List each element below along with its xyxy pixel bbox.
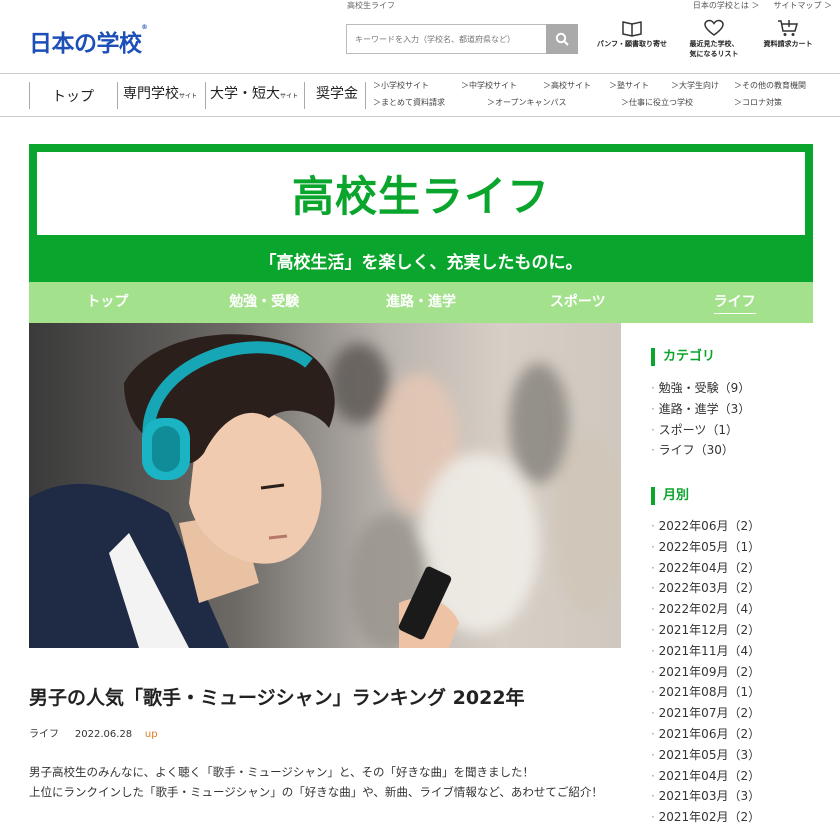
cart-icon	[778, 20, 798, 36]
photo-illustration	[29, 334, 621, 648]
nav-divider	[205, 82, 206, 109]
tab-label: スポーツ	[549, 294, 606, 310]
heart-icon	[704, 19, 724, 36]
month-item[interactable]: 2021年12月（2）	[651, 620, 760, 641]
nav-bulk-request[interactable]: ＞まとめて資料請求	[373, 97, 445, 108]
banner-subtitle: 「高校生活」を楽しく、充実したものに。	[259, 253, 583, 273]
banner-title[interactable]: 高校生ライフ	[292, 163, 550, 224]
month-item[interactable]: 2021年09月（2）	[651, 662, 760, 683]
tab-career[interactable]: 進路・進学	[343, 282, 500, 323]
article-body: 男子高校生のみんなに、よく聴く「歌手・ミュージシャン」と、その「好きな曲」を聞き…	[29, 762, 619, 802]
article-date: 2022.06.28	[74, 729, 133, 740]
category-list: 勉強・受験（9） 進路・進学（3） スポーツ（1） ライフ（30）	[651, 378, 751, 461]
favorites-label: 気になるリスト	[689, 50, 739, 58]
tab-top[interactable]: トップ	[29, 282, 186, 323]
nav-other-institutions[interactable]: ＞その他の教育機関	[734, 80, 806, 91]
nav-divider	[29, 82, 30, 109]
category-heading: カテゴリ	[651, 348, 715, 366]
book-icon	[622, 21, 642, 37]
nav-scholarship[interactable]: 奨学金	[316, 83, 358, 103]
nav-covid[interactable]: ＞コロナ対策	[734, 97, 782, 108]
month-item[interactable]: 2021年08月（1）	[651, 682, 760, 703]
nav-scholarship-label: 奨学金	[316, 86, 358, 102]
update-badge: up	[144, 729, 158, 740]
category-item[interactable]: ライフ（30）	[651, 440, 750, 461]
month-item[interactable]: 2021年06月（2）	[651, 724, 760, 745]
nav-junior-high[interactable]: ＞中学校サイト	[461, 80, 517, 91]
month-item[interactable]: 2021年05月（3）	[651, 745, 760, 766]
site-logo[interactable]: 日本の学校®	[29, 24, 147, 58]
logo-text: 日本の学校	[29, 31, 142, 57]
pamphlet-label: パンフ・願書取り寄せ	[596, 40, 668, 48]
category-item[interactable]: 進路・進学（3）	[651, 399, 751, 420]
tab-label: 進路・進学	[385, 294, 456, 310]
month-item[interactable]: 2021年11月（4）	[651, 641, 760, 662]
category-item[interactable]: スポーツ（1）	[651, 420, 750, 441]
hero-banner: 高校生ライフ 「高校生活」を楽しく、充実したものに。	[29, 144, 813, 282]
nav-vocational[interactable]: 専門学校サイト	[123, 83, 197, 103]
nav-high-school[interactable]: ＞高校サイト	[543, 80, 591, 91]
tab-life[interactable]: ライフ	[656, 282, 813, 323]
article-title: 男子の人気「歌手・ミュージシャン」ランキング 2022年	[29, 687, 525, 709]
tab-study[interactable]: 勉強・受験	[186, 282, 343, 323]
nav-site-suffix: サイト	[280, 93, 299, 100]
article-meta: ライフ 2022.06.28 up	[29, 725, 158, 740]
tab-label: トップ	[86, 294, 129, 310]
top-links: 日本の学校とは ＞ サイトマップ ＞	[693, 0, 832, 11]
monthly-heading: 月別	[651, 487, 689, 505]
month-item[interactable]: 2021年02月（2）	[651, 807, 760, 828]
nav-divider	[365, 82, 366, 109]
nav-divider	[304, 82, 305, 109]
nav-cram-school[interactable]: ＞塾サイト	[609, 80, 649, 91]
nav-top-label: トップ	[52, 89, 94, 105]
cart-button[interactable]: 資料請求カート	[743, 19, 833, 49]
banner-title-box: 高校生ライフ	[37, 152, 805, 235]
about-link[interactable]: 日本の学校とは ＞	[693, 0, 760, 11]
search-input[interactable]	[347, 25, 547, 53]
article-paragraph: 男子高校生のみんなに、よく聴く「歌手・ミュージシャン」と、その「好きな曲」を聞き…	[29, 765, 534, 779]
tab-sports[interactable]: スポーツ	[499, 282, 656, 323]
month-item[interactable]: 2021年07月（2）	[651, 703, 760, 724]
nav-college-students[interactable]: ＞大学生向け	[671, 80, 719, 91]
article-category[interactable]: ライフ	[29, 729, 59, 740]
article-paragraph: 上位にランクインした「歌手・ミュージシャン」の「好きな曲」や、新曲、ライブ情報な…	[29, 785, 603, 799]
nav-top[interactable]: トップ	[52, 86, 94, 106]
recent-label: 最近見た学校、	[689, 40, 739, 48]
tab-label: 勉強・受験	[229, 294, 300, 310]
nav-vocational-label: 専門学校	[123, 86, 179, 102]
cart-label: 資料請求カート	[763, 40, 813, 48]
month-item[interactable]: 2021年04月（2）	[651, 766, 760, 787]
search-icon	[555, 32, 569, 46]
month-item[interactable]: 2021年03月（3）	[651, 786, 760, 807]
search-box	[346, 24, 578, 54]
search-button[interactable]	[546, 24, 578, 54]
nav-university-label: 大学・短大	[210, 86, 280, 102]
nav-career-schools[interactable]: ＞仕事に役立つ学校	[621, 97, 693, 108]
site-tagline: 高校生ライフ	[347, 1, 395, 10]
month-item[interactable]: 2022年04月（2）	[651, 558, 760, 579]
sitemap-link[interactable]: サイトマップ ＞	[773, 0, 832, 11]
category-item[interactable]: 勉強・受験（9）	[651, 378, 751, 399]
category-tabs: トップ 勉強・受験 進路・進学 スポーツ ライフ	[29, 282, 813, 323]
pamphlet-request-button[interactable]: パンフ・願書取り寄せ	[587, 19, 677, 49]
month-item[interactable]: 2022年05月（1）	[651, 537, 760, 558]
nav-site-suffix: サイト	[179, 93, 198, 100]
article-hero-image	[29, 323, 621, 648]
global-nav: トップ 専門学校サイト 大学・短大サイト 奨学金 ＞小学校サイト ＞中学校サイト…	[0, 73, 840, 117]
tab-label: ライフ	[713, 294, 756, 314]
nav-elementary[interactable]: ＞小学校サイト	[373, 80, 429, 91]
nav-divider	[117, 82, 118, 109]
month-item[interactable]: 2022年02月（4）	[651, 599, 760, 620]
nav-open-campus[interactable]: ＞オープンキャンパス	[487, 97, 567, 108]
monthly-archive-list: 2022年06月（2） 2022年05月（1） 2022年04月（2） 2022…	[651, 516, 760, 828]
month-item[interactable]: 2022年03月（2）	[651, 578, 760, 599]
nav-university[interactable]: 大学・短大サイト	[210, 83, 298, 103]
month-item[interactable]: 2022年06月（2）	[651, 516, 760, 537]
